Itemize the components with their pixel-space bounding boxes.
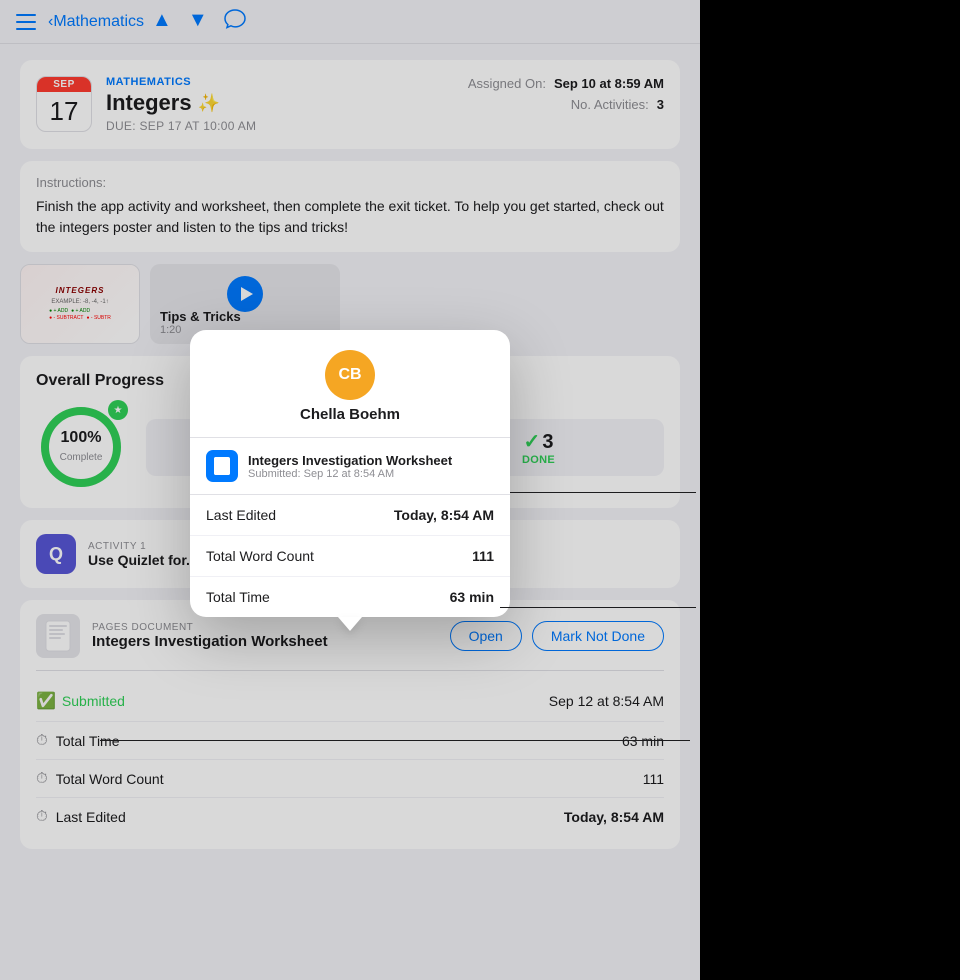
popup-doc-info: Integers Investigation Worksheet Submitt…	[248, 453, 494, 480]
popup-doc-row: Integers Investigation Worksheet Submitt…	[190, 438, 510, 495]
popup-tail	[338, 617, 362, 631]
popup-word-count-row: Total Word Count 111	[190, 536, 510, 577]
student-popup-card: CB Chella Boehm Integers Investigation W…	[190, 330, 510, 617]
student-name: Chella Boehm	[300, 406, 400, 423]
callout-dot-1	[688, 492, 696, 493]
popup-last-edited-label: Last Edited	[206, 507, 276, 523]
callout-line-1	[510, 492, 690, 493]
callout-dot-2	[688, 607, 696, 608]
callout-line-3	[100, 740, 690, 741]
student-avatar: CB	[325, 350, 375, 400]
popup-last-edited-value: Today, 8:54 AM	[394, 507, 494, 523]
popup-doc-icon	[206, 450, 238, 482]
popup-total-time-value: 63 min	[450, 589, 494, 605]
popup-doc-submitted: Submitted: Sep 12 at 8:54 AM	[248, 468, 494, 480]
popup-header: CB Chella Boehm	[190, 330, 510, 437]
popup-overlay: CB Chella Boehm Integers Investigation W…	[0, 0, 700, 980]
popup-last-edited-row: Last Edited Today, 8:54 AM	[190, 495, 510, 536]
popup-word-count-label: Total Word Count	[206, 548, 314, 564]
callout-line-2	[500, 607, 690, 608]
popup-total-time-label: Total Time	[206, 589, 270, 605]
popup-total-time-row: Total Time 63 min	[190, 577, 510, 617]
popup-word-count-value: 111	[472, 548, 494, 564]
popup-doc-name: Integers Investigation Worksheet	[248, 453, 494, 468]
popup-body: Integers Investigation Worksheet Submitt…	[190, 437, 510, 617]
